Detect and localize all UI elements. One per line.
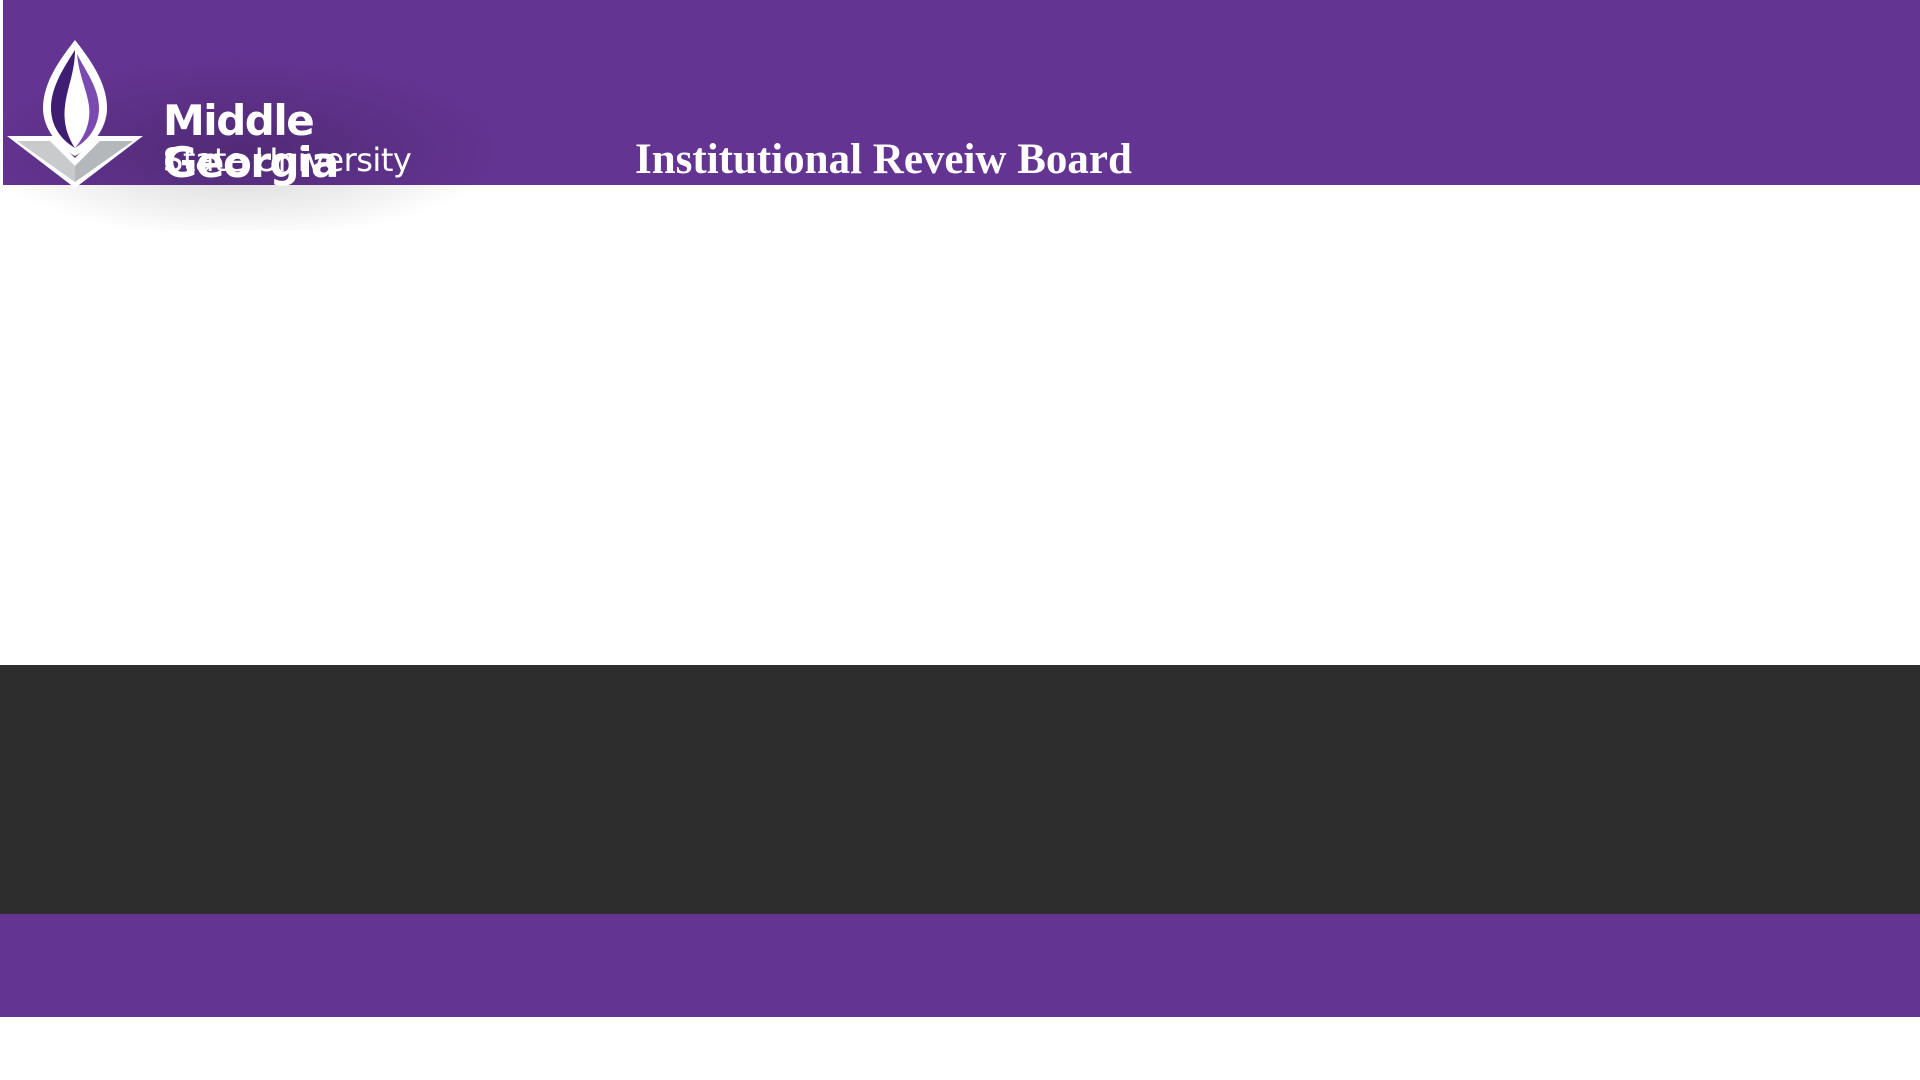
- wordmark-line1: Middle Georgia: [163, 96, 339, 187]
- dark-band: [0, 665, 1920, 914]
- page-title: Institutional Reveiw Board: [635, 136, 1132, 183]
- slide-page: Middle Georgia State University Institut…: [0, 0, 1920, 1080]
- footer-band: [0, 914, 1920, 1017]
- content-area: [0, 185, 1920, 665]
- wordmark-line2: State University: [163, 141, 412, 179]
- university-wordmark: Middle Georgia State University: [163, 96, 500, 187]
- university-logo: Middle Georgia State University: [0, 0, 500, 230]
- flame-torch-logo-icon: [7, 40, 143, 188]
